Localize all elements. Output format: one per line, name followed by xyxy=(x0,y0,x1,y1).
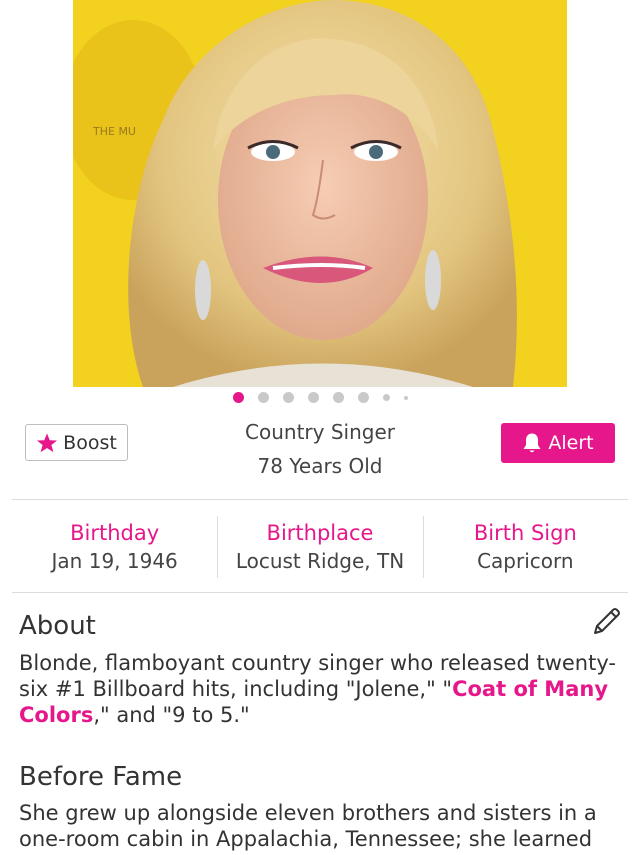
birthplace-value: Locust Ridge, TN xyxy=(235,549,405,573)
pencil-icon[interactable] xyxy=(591,605,623,637)
background-text: THE MU xyxy=(92,125,136,138)
before-fame-title: Before Fame xyxy=(19,762,183,792)
carousel-dot[interactable] xyxy=(382,394,390,401)
divider xyxy=(12,592,628,593)
age: 78 Years Old xyxy=(257,454,383,478)
alert-label: Alert xyxy=(548,432,594,454)
divider xyxy=(12,499,628,500)
photo-image: THE MU xyxy=(73,0,567,387)
boost-button[interactable]: Boost xyxy=(25,424,128,461)
celebrity-photo[interactable]: THE MU xyxy=(73,0,567,387)
about-title: About xyxy=(19,611,96,641)
carousel-dot[interactable] xyxy=(357,392,369,403)
profession: Country Singer xyxy=(245,420,395,444)
birthday-detail[interactable]: Birthday Jan 19, 1946 xyxy=(12,516,217,578)
birthsign-label: Birth Sign xyxy=(473,521,577,545)
carousel-dot[interactable] xyxy=(332,392,344,403)
birthday-value: Jan 19, 1946 xyxy=(51,549,178,573)
before-fame-text: She grew up alongside eleven brothers an… xyxy=(19,801,597,851)
carousel-dot[interactable] xyxy=(307,392,319,403)
birthday-label: Birthday xyxy=(70,521,160,545)
carousel-dot[interactable] xyxy=(282,392,294,403)
carousel-dot[interactable] xyxy=(257,392,269,403)
boost-label: Boost xyxy=(63,431,117,454)
birthsign-detail[interactable]: Birth Sign Capricorn xyxy=(422,516,628,578)
birthsign-value: Capricorn xyxy=(477,549,574,573)
birthplace-label: Birthplace xyxy=(266,521,374,545)
birthplace-detail[interactable]: Birthplace Locust Ridge, TN xyxy=(217,516,422,578)
details-row: Birthday Jan 19, 1946 Birthplace Locust … xyxy=(12,516,628,578)
star-icon xyxy=(37,432,58,452)
alert-button[interactable]: Alert xyxy=(501,423,615,463)
carousel-dots xyxy=(0,392,640,403)
about-text: Blonde, flamboyant country singer who re… xyxy=(19,650,624,728)
bell-icon xyxy=(523,433,541,453)
carousel-dot[interactable] xyxy=(403,395,408,400)
carousel-dot[interactable] xyxy=(232,392,244,403)
about-text-after: ," and "9 to 5." xyxy=(93,703,250,727)
